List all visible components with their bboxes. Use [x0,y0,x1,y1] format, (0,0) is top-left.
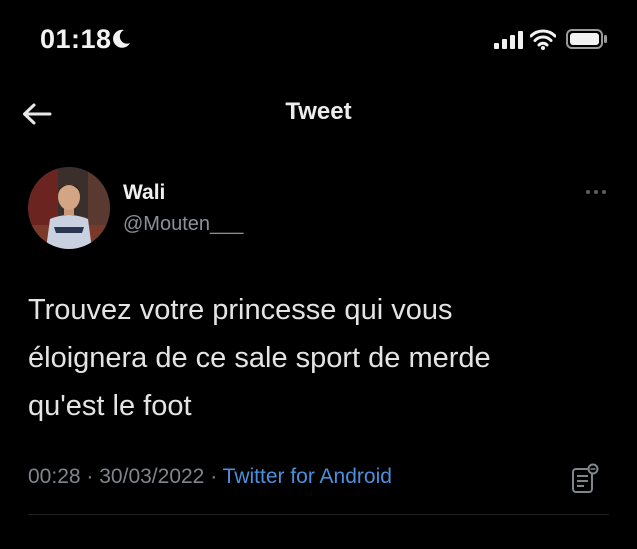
tweet: Wali @Mouten___ Trouvez votre princesse … [0,160,637,549]
analytics-note-icon[interactable] [570,463,600,495]
tweet-time: 00:28 [28,465,81,488]
status-time: 01:18 [40,24,112,54]
divider [28,514,609,515]
tweet-date: 30/03/2022 [99,465,205,488]
tweet-text: Trouvez votre princesse qui vous éloigne… [28,286,608,430]
status-bar: 01:18 [0,0,637,80]
avatar[interactable] [28,167,110,249]
tweet-text-line: Trouvez votre princesse qui vous [28,294,453,326]
more-dots-icon[interactable] [583,186,609,198]
meta-separator: · [86,465,94,488]
moon-icon [113,29,130,48]
meta-separator: · [210,465,218,488]
page-title: Tweet [285,98,352,125]
tweet-meta: 00:28 · 30/03/2022 · Twitter for Android [28,465,392,489]
tweet-text-line: qu'est le foot [28,390,192,422]
battery-icon [566,29,607,49]
cellular-signal-icon [494,31,523,49]
wifi-icon [530,29,556,50]
author-name[interactable]: Wali [123,181,165,205]
tweet-source-link[interactable]: Twitter for Android [223,465,392,488]
header: Tweet [0,88,637,138]
tweet-text-line: éloignera de ce sale sport de merde [28,342,491,374]
author-handle[interactable]: @Mouten___ [123,213,243,236]
